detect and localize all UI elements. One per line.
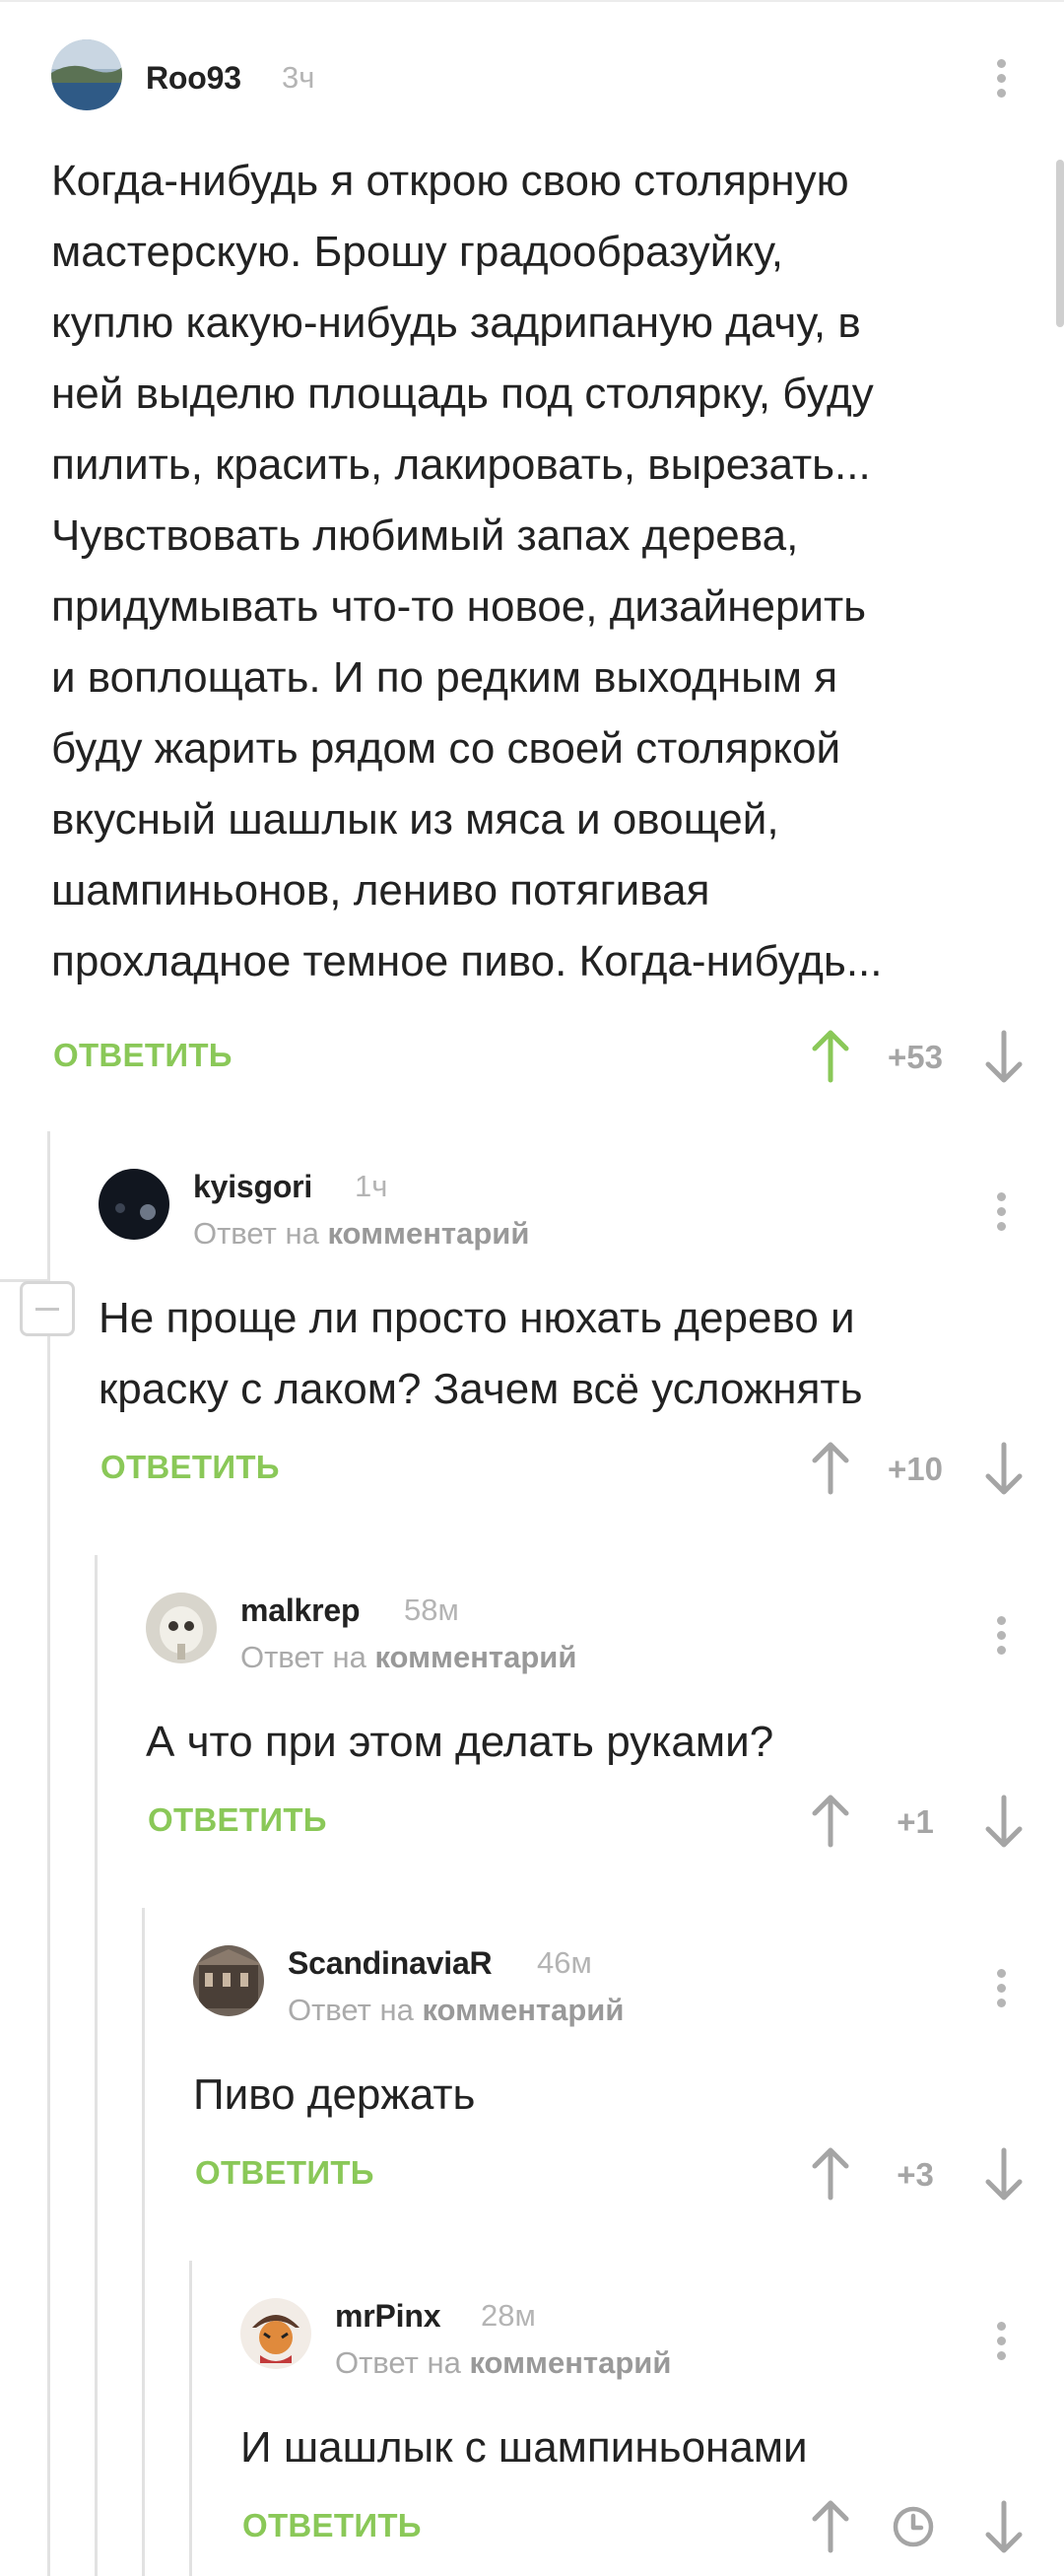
reply-button[interactable]: ОТВЕТИТЬ [100,1449,280,1486]
downvote-icon[interactable] [981,2499,1027,2554]
comment-line: вкусный шашлык из мяса и овощей, [51,795,779,844]
comment-line: Пиво держать [193,2070,476,2119]
reply-button[interactable]: ОТВЕТИТЬ [53,1037,233,1074]
comment-actions: ОТВЕТИТЬ [242,2499,1029,2558]
downvote-icon[interactable] [981,1441,1027,1496]
comment-line: Когда-нибудь я открою свою столярную [51,157,849,205]
more-options-icon[interactable] [987,2312,1017,2371]
avatar[interactable] [146,1593,217,1663]
comment-text: Когда-нибудь я открою свою столярную мас… [51,146,997,997]
upvote-icon[interactable] [808,2146,853,2202]
comment-line: И шашлык с шампиньонами [240,2423,808,2472]
avatar[interactable] [193,1945,264,2016]
top-divider [0,0,1064,2]
reply-to-prefix: Ответ на [288,1993,414,2027]
comment-actions: ОТВЕТИТЬ +53 [53,1029,1029,1088]
comment-actions: ОТВЕТИТЬ +1 [148,1794,1029,1853]
upvote-icon[interactable] [808,2499,853,2554]
comment-time: 1ч [355,1169,388,1203]
comment-header: kyisgori 1ч Ответ на комментарий [0,1169,1064,1251]
comment-line: мастерскую. Брошу градообразуйку, [51,228,783,276]
avatar[interactable] [240,2298,311,2369]
comment-line: прохладное темное пиво. Когда-нибудь... [51,937,883,985]
reply-button[interactable]: ОТВЕТИТЬ [148,1801,327,1839]
reply-to-prefix: Ответ на [335,2345,461,2380]
comment-text: Пиво держать [193,2060,1001,2131]
comment-line: Чувствовать любимый запах дерева, [51,511,799,560]
more-options-icon[interactable] [987,1183,1017,1242]
reply-to-prefix: Ответ на [240,1640,366,1674]
reply-to-line: Ответ на комментарий [288,1993,624,2028]
reply-button[interactable]: ОТВЕТИТЬ [242,2507,422,2544]
reply-to-link[interactable]: комментарий [327,1216,529,1251]
comment-header: ScandinaviaR 46м Ответ на комментарий [0,1945,1064,2027]
comment-actions: ОТВЕТИТЬ +3 [195,2146,1029,2205]
more-options-icon[interactable] [987,1959,1017,2018]
comment-header: mrPinx 28м Ответ на комментарий [0,2298,1064,2380]
comment-author[interactable]: Roo93 [146,60,241,97]
downvote-icon[interactable] [981,1029,1027,1084]
comment-text: И шашлык с шампиньонами [240,2412,1009,2483]
reply-to-line: Ответ на комментарий [240,1640,576,1675]
downvote-icon[interactable] [981,2146,1027,2202]
reply-to-link[interactable]: комментарий [374,1640,576,1674]
comment-header: Roo93 3ч [0,39,1064,118]
comment-line: краску с лаком? Зачем всё усложнять [99,1365,863,1413]
comment-time: 58м [404,1593,459,1627]
reply-to-prefix: Ответ на [193,1216,319,1251]
comment-line: буду жарить рядом со своей столяркой [51,724,841,773]
comment-author[interactable]: mrPinx [335,2298,440,2335]
reply-to-link[interactable]: комментарий [422,1993,624,2027]
comment-header: malkrep 58м Ответ на комментарий [0,1593,1064,1674]
comment-line: Не проще ли просто нюхать дерево и [99,1294,855,1342]
thread-line-level-2 [95,1555,98,2576]
comment-text: Не проще ли просто нюхать дерево и краск… [99,1283,1005,1425]
comment-line: куплю какую-нибудь задрипаную дачу, в [51,299,861,347]
comment-time: 28м [481,2298,536,2333]
upvote-icon[interactable] [808,1029,853,1084]
upvote-icon[interactable] [808,1794,853,1849]
comment-time: 46м [537,1945,592,1980]
downvote-icon[interactable] [981,1794,1027,1849]
upvote-icon[interactable] [808,1441,853,1496]
comment-score: +1 [897,1803,934,1840]
more-options-icon[interactable] [987,49,1017,108]
clock-icon [891,2503,936,2558]
comment-line: шампиньонов, лениво потягивая [51,866,710,915]
comment-score: +10 [888,1451,943,1487]
comment-actions: ОТВЕТИТЬ +10 [100,1441,1029,1500]
more-options-icon[interactable] [987,1606,1017,1665]
reply-to-link[interactable]: комментарий [469,2345,671,2380]
comment-score: +53 [888,1039,943,1075]
comment-line: А что при этом делать руками? [146,1718,774,1766]
comment-line: и воплощать. И по редким выходным я [51,653,838,702]
comment-author[interactable]: kyisgori [193,1169,312,1205]
avatar[interactable] [99,1169,169,1240]
comment-time: 3ч [282,60,315,95]
comment-score: +3 [897,2156,934,2193]
reply-button[interactable]: ОТВЕТИТЬ [195,2154,374,2192]
reply-to-line: Ответ на комментарий [193,1216,529,1252]
comment-author[interactable]: malkrep [240,1593,361,1629]
comment-line: пилить, красить, лакировать, вырезать... [51,441,871,489]
comment-line: ней выделю площадь под столярку, буду [51,370,874,418]
collapse-thread-button[interactable] [20,1281,75,1336]
comment-author[interactable]: ScandinaviaR [288,1945,493,1982]
avatar[interactable] [51,39,122,110]
reply-to-line: Ответ на комментарий [335,2345,671,2381]
comment-text: А что при этом делать руками? [146,1707,1003,1778]
scrollbar[interactable] [1056,160,1064,327]
comment-line: придумывать что-то новое, дизайнерить [51,582,867,631]
